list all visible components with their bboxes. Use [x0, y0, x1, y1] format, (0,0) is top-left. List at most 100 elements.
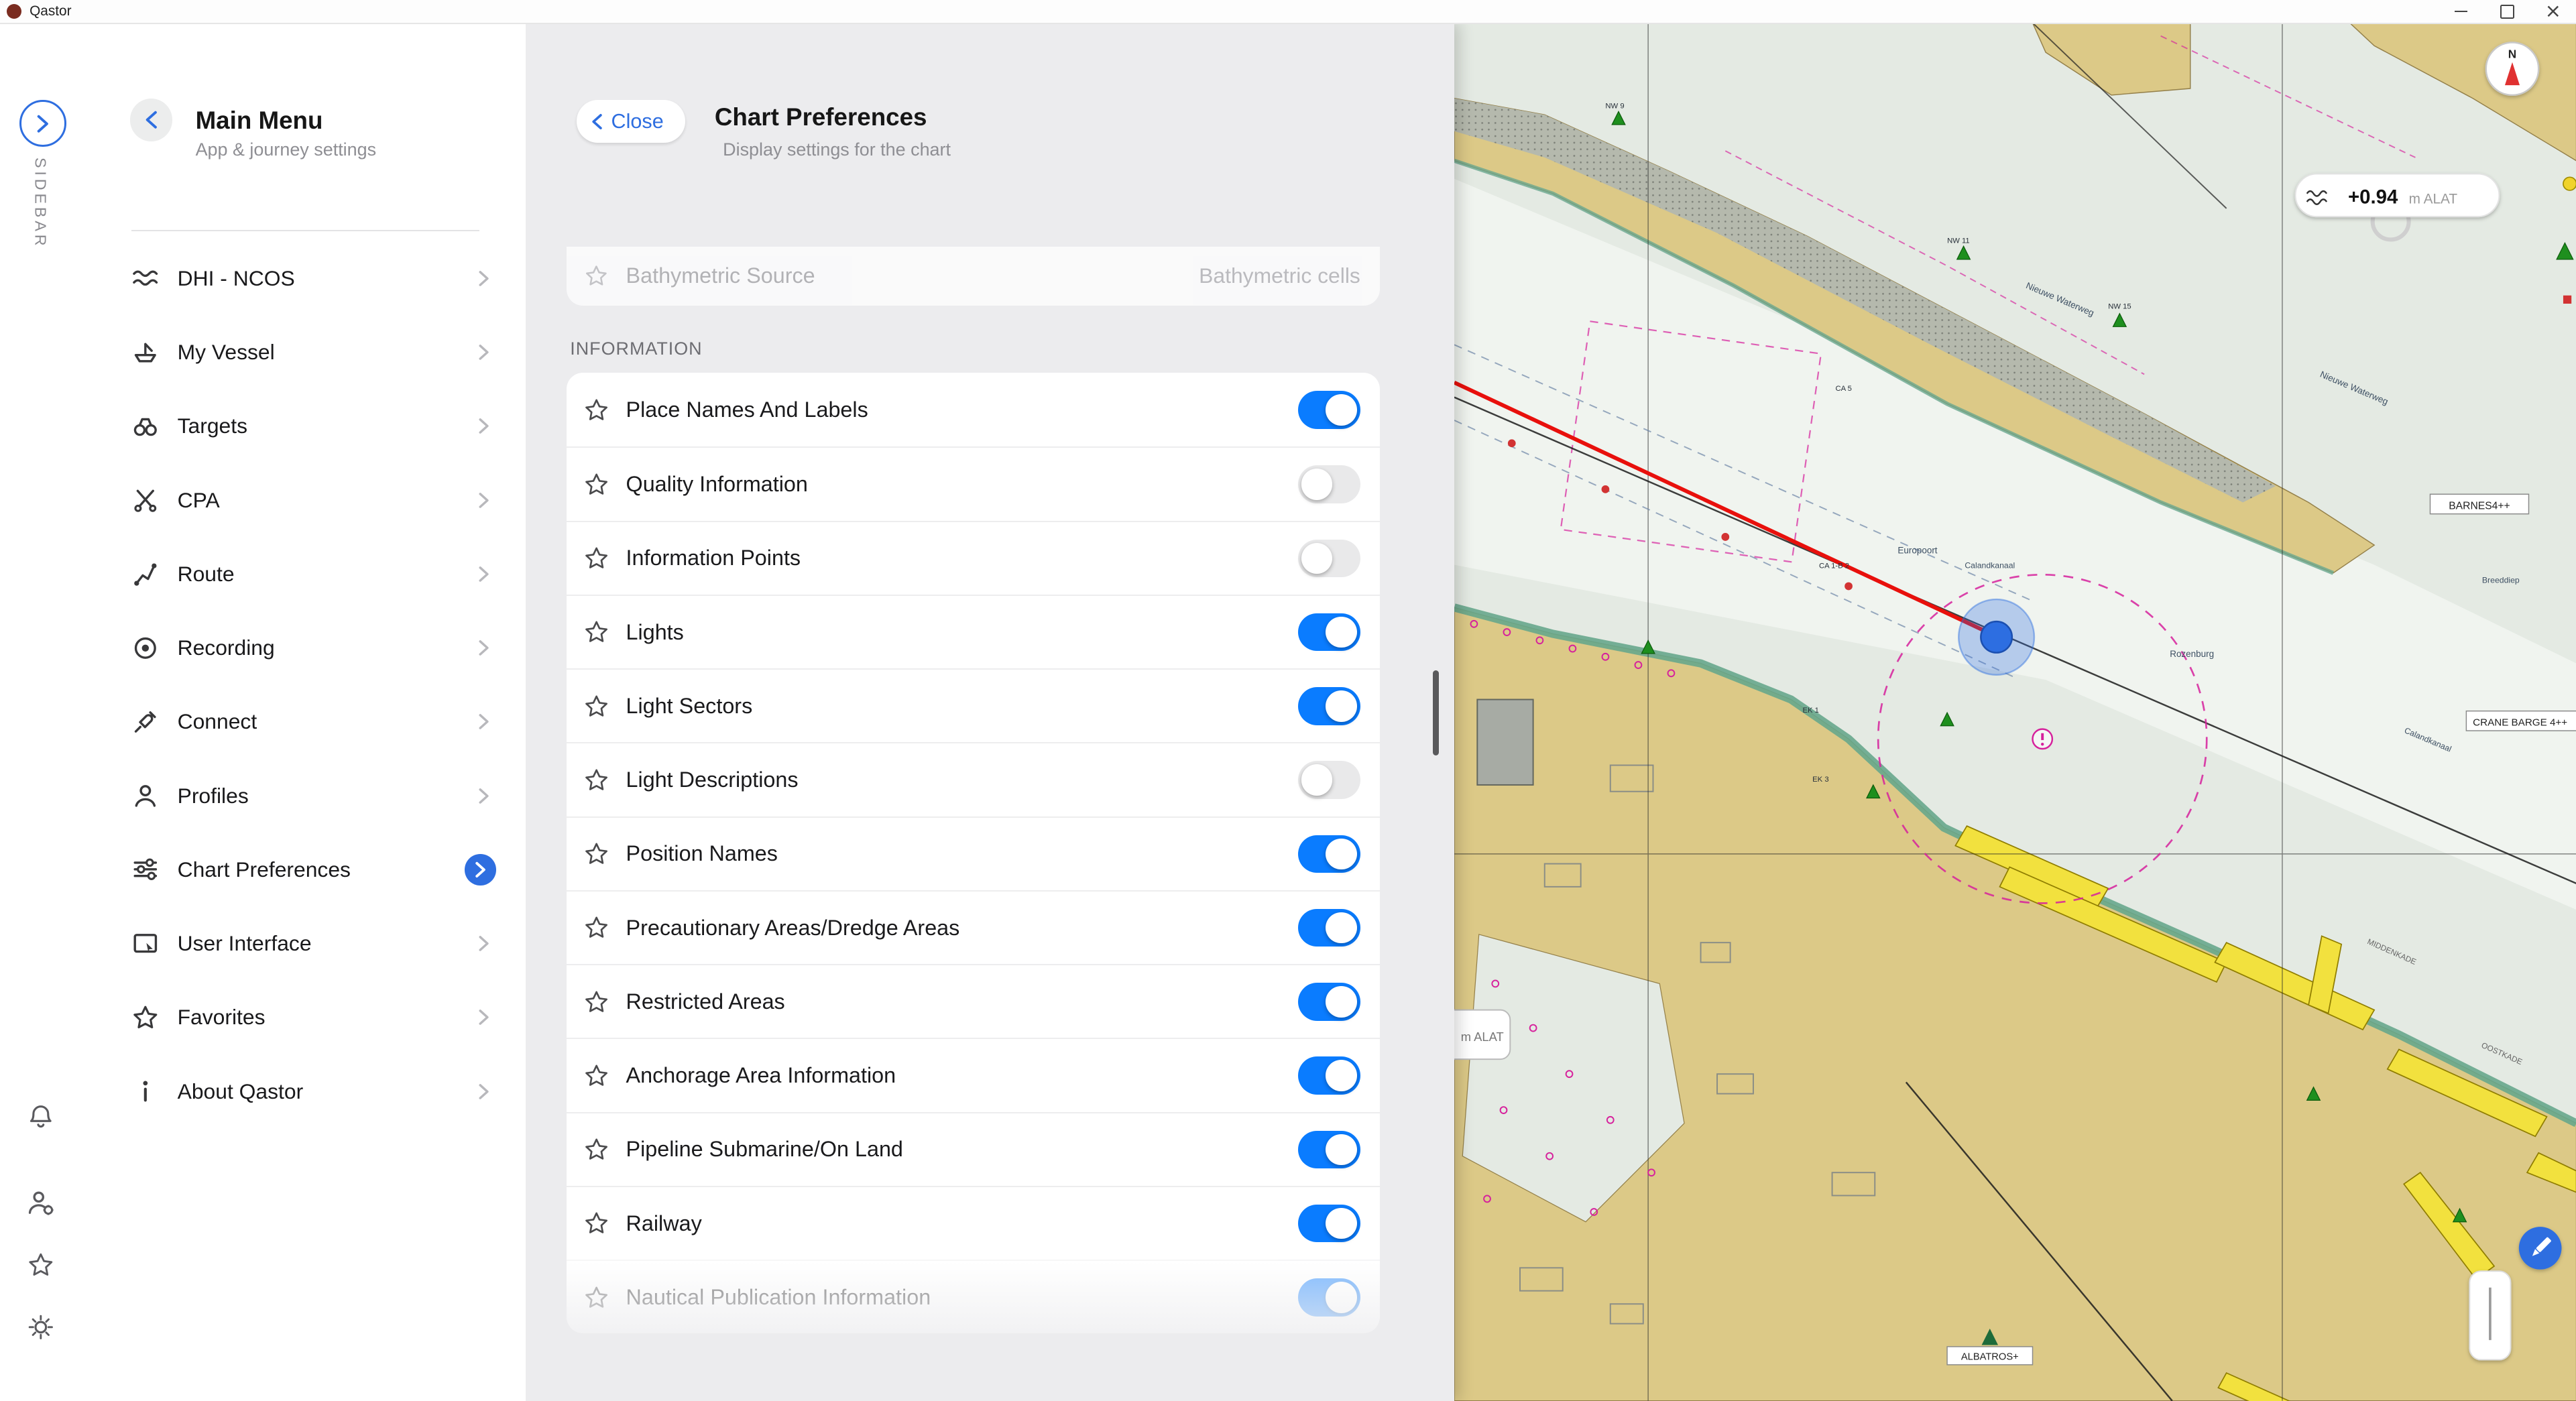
favorite-star-icon[interactable]: [583, 1062, 609, 1089]
menu-item-my-vessel[interactable]: My Vessel: [112, 315, 513, 389]
favorite-star-icon[interactable]: [583, 1284, 609, 1311]
pref-toggle[interactable]: [1298, 909, 1360, 947]
edit-chart-button[interactable]: [2518, 1227, 2561, 1270]
menu-item-profiles[interactable]: Profiles: [112, 759, 513, 833]
vessel-icon: [131, 339, 160, 367]
collapsed-sidebar-rail: SIDEBAR: [0, 23, 82, 1401]
close-preferences-button[interactable]: Close: [577, 100, 685, 143]
menu-item-route[interactable]: Route: [112, 537, 513, 611]
pref-row-lights[interactable]: Lights: [567, 595, 1380, 668]
pref-row-railway[interactable]: Railway: [567, 1186, 1380, 1260]
svg-text:m ALAT: m ALAT: [1460, 1030, 1503, 1044]
pref-row-value: Bathymetric cells: [1199, 263, 1360, 288]
favorite-star-icon[interactable]: [583, 1136, 609, 1162]
pref-toggle[interactable]: [1298, 1205, 1360, 1242]
pref-row-pipeline[interactable]: Pipeline Submarine/On Land: [567, 1112, 1380, 1186]
pref-row-information-points[interactable]: Information Points: [567, 521, 1380, 595]
pref-toggle[interactable]: [1298, 465, 1360, 503]
menu-item-user-interface[interactable]: User Interface: [112, 906, 513, 980]
pref-toggle[interactable]: [1298, 1278, 1360, 1316]
chart-preferences-panel[interactable]: Close Chart Preferences Display settings…: [526, 23, 1454, 1401]
section-header-information: INFORMATION: [570, 339, 702, 359]
settings-rail-button[interactable]: [26, 1313, 56, 1342]
preferences-scrollbar-thumb[interactable]: [1433, 670, 1440, 755]
favorite-star-icon[interactable]: [583, 545, 609, 571]
menu-item-chart-preferences[interactable]: Chart Preferences: [112, 833, 513, 906]
maximize-button[interactable]: [2484, 0, 2530, 23]
pref-row-light-sectors[interactable]: Light Sectors: [567, 668, 1380, 742]
favorite-star-icon[interactable]: [583, 471, 609, 497]
svg-text:BARNES4++: BARNES4++: [2449, 501, 2510, 512]
pref-row-label: Light Descriptions: [626, 768, 799, 792]
pref-row-anchorage-area[interactable]: Anchorage Area Information: [567, 1038, 1380, 1111]
menu-back-button[interactable]: [130, 99, 173, 141]
pref-row-quality-information[interactable]: Quality Information: [567, 446, 1380, 520]
menu-item-connect[interactable]: Connect: [112, 685, 513, 759]
pref-row-place-names[interactable]: Place Names And Labels: [567, 373, 1380, 446]
pref-toggle[interactable]: [1298, 1056, 1360, 1094]
record-icon: [131, 634, 160, 662]
pref-row-label: Lights: [626, 620, 684, 645]
pref-toggle[interactable]: [1298, 613, 1360, 651]
menu-item-label: Chart Preferences: [178, 857, 351, 882]
profile-settings-button[interactable]: [26, 1188, 56, 1217]
pref-row-bathymetric-source[interactable]: Bathymetric Source Bathymetric cells: [567, 247, 1380, 306]
preferences-title: Chart Preferences: [715, 103, 927, 131]
pref-row-restricted-areas[interactable]: Restricted Areas: [567, 964, 1380, 1038]
favorite-star-icon[interactable]: [583, 1210, 609, 1236]
menu-item-label: My Vessel: [178, 340, 275, 365]
pref-row-precautionary-areas[interactable]: Precautionary Areas/Dredge Areas: [567, 890, 1380, 964]
menu-item-targets[interactable]: Targets: [112, 389, 513, 463]
menu-item-cpa[interactable]: CPA: [112, 463, 513, 537]
notifications-button[interactable]: [26, 1102, 56, 1132]
sliders-icon: [131, 855, 160, 884]
menu-item-label: Favorites: [178, 1005, 266, 1030]
pref-toggle[interactable]: [1298, 687, 1360, 725]
favorite-star-icon[interactable]: [583, 841, 609, 867]
pref-toggle[interactable]: [1298, 540, 1360, 577]
menu-item-label: User Interface: [178, 931, 312, 956]
svg-text:ALBATROS+: ALBATROS+: [1960, 1352, 2018, 1363]
chevron-right-icon: [478, 787, 489, 805]
own-vessel-marker[interactable]: [1958, 599, 2034, 675]
sidebar-expand-button[interactable]: [19, 100, 66, 147]
menu-item-recording[interactable]: Recording: [112, 611, 513, 684]
pref-toggle[interactable]: [1298, 983, 1360, 1020]
favorite-star-icon[interactable]: [583, 767, 609, 793]
close-window-button[interactable]: [2530, 0, 2576, 23]
pref-toggle[interactable]: [1298, 761, 1360, 798]
qastor-app-window: Qastor SIDEBAR: [0, 0, 2576, 1401]
favorite-star-icon[interactable]: [583, 989, 609, 1015]
pref-row-nautical-publication[interactable]: Nautical Publication Information: [567, 1260, 1380, 1333]
compass-rose[interactable]: N: [2485, 43, 2538, 95]
menu-item-label: About Qastor: [178, 1079, 304, 1104]
title-bar: Qastor: [0, 0, 2576, 24]
pref-row-position-names[interactable]: Position Names: [567, 816, 1380, 890]
pref-toggle[interactable]: [1298, 391, 1360, 428]
favorite-star-icon[interactable]: [583, 397, 609, 423]
chart-label-barnes: BARNES4++: [2430, 495, 2528, 514]
minimize-button[interactable]: [2438, 0, 2484, 23]
nautical-chart-map[interactable]: BARNES4++ CRANE BARGE 4++ ALBATROS+ m AL…: [1454, 23, 2576, 1401]
plug-icon: [131, 708, 160, 736]
favorite-star-icon[interactable]: [583, 263, 609, 289]
main-menu-panel: Main Menu App & journey settings DHI - N…: [82, 23, 526, 1401]
scale-control[interactable]: [2469, 1272, 2510, 1360]
pref-toggle[interactable]: [1298, 835, 1360, 873]
cpa-cross-icon: [131, 486, 160, 514]
chevron-right-icon: [478, 1008, 489, 1026]
chevron-right-icon: [478, 343, 489, 361]
favorite-star-icon[interactable]: [583, 693, 609, 719]
svg-text:CA 5: CA 5: [1835, 385, 1851, 393]
close-button-label: Close: [611, 110, 663, 133]
gear-icon: [27, 1313, 55, 1341]
menu-item-about-qastor[interactable]: About Qastor: [112, 1054, 513, 1128]
menu-item-favorites[interactable]: Favorites: [112, 981, 513, 1054]
pref-row-light-descriptions[interactable]: Light Descriptions: [567, 742, 1380, 816]
menu-item-dhi-ncos[interactable]: DHI - NCOS: [112, 241, 513, 315]
favorites-rail-button[interactable]: [26, 1250, 56, 1280]
favorite-star-icon[interactable]: [583, 619, 609, 645]
pref-row-label: Precautionary Areas/Dredge Areas: [626, 916, 960, 940]
pref-toggle[interactable]: [1298, 1131, 1360, 1168]
favorite-star-icon[interactable]: [583, 914, 609, 940]
